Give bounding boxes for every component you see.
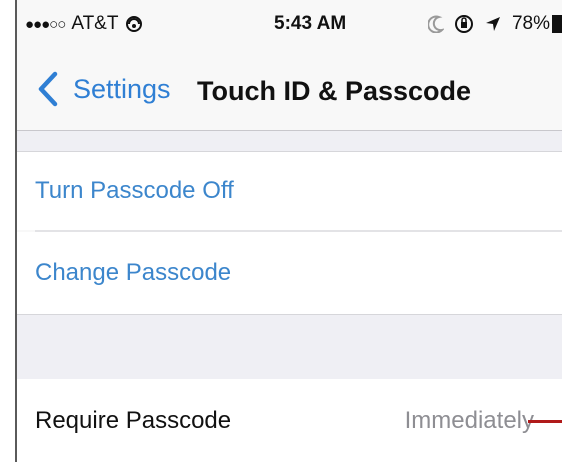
section-spacer — [17, 314, 562, 380]
require-passcode-row[interactable]: Require Passcode Immediately — [17, 379, 562, 462]
navigation-bar: Settings Touch ID & Passcode — [17, 50, 562, 131]
moon-icon — [427, 15, 444, 33]
change-passcode-button[interactable]: Change Passcode — [17, 232, 562, 314]
battery-icon — [552, 14, 562, 33]
turn-passcode-off-label: Turn Passcode Off — [35, 177, 234, 204]
status-right: 78% — [427, 13, 562, 35]
section-spacer — [17, 131, 562, 152]
rotation-lock-icon — [454, 15, 473, 33]
chevron-left-icon — [38, 71, 58, 107]
turn-passcode-off-button[interactable]: Turn Passcode Off — [17, 152, 562, 230]
status-time: 5:43 AM — [274, 13, 347, 34]
change-passcode-label: Change Passcode — [35, 259, 232, 286]
back-button-label: Settings — [73, 73, 171, 104]
status-bar: ●●●○○ AT&T 5:43 AM 78% — [17, 0, 562, 50]
phone-screen: ●●●○○ AT&T 5:43 AM 78% Settings Touch ID… — [15, 0, 562, 462]
signal-strength-icon: ●●●○○ — [25, 15, 66, 33]
callout-line — [528, 419, 562, 423]
page-title: Touch ID & Passcode — [197, 76, 472, 106]
require-passcode-value: Immediately — [404, 406, 534, 434]
carrier-name: AT&T — [71, 13, 119, 34]
location-arrow-icon — [485, 17, 500, 31]
status-left: ●●●○○ AT&T — [25, 13, 144, 35]
wifi-icon — [126, 16, 143, 32]
require-passcode-label: Require Passcode — [35, 406, 232, 434]
battery-percent: 78% — [511, 13, 550, 34]
back-button[interactable]: Settings — [35, 64, 171, 114]
